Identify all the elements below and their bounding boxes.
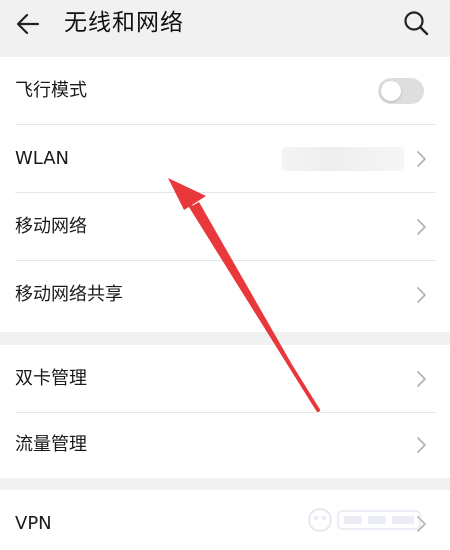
app-header: 无线和网络: [0, 0, 450, 48]
dual-sim-label: 双卡管理: [15, 368, 87, 389]
mobile-network-row[interactable]: 移动网络: [0, 193, 450, 261]
data-usage-label: 流量管理: [15, 434, 87, 455]
toggle-knob: [381, 81, 401, 101]
tethering-label: 移动网络共享: [15, 284, 123, 305]
arrow-left-icon: [16, 13, 40, 35]
chevron-right-icon: [417, 287, 426, 303]
chevron-right-icon: [417, 371, 426, 387]
search-icon: [404, 11, 429, 36]
airplane-mode-row[interactable]: 飞行模式: [0, 57, 450, 125]
vpn-label: VPN: [15, 513, 52, 534]
dual-sim-row[interactable]: 双卡管理: [0, 345, 450, 413]
wlan-label: WLAN: [15, 148, 70, 169]
tethering-row[interactable]: 移动网络共享: [0, 261, 450, 329]
settings-group-sim: 双卡管理 流量管理: [0, 345, 450, 478]
chevron-right-icon: [417, 151, 426, 167]
settings-group-network: 飞行模式 WLAN 移动网络 移动网络共享: [0, 57, 450, 332]
search-button[interactable]: [398, 5, 434, 41]
back-button[interactable]: [10, 6, 46, 42]
chevron-right-icon: [417, 437, 426, 453]
airplane-mode-toggle[interactable]: [378, 78, 424, 104]
watermark-logo: [308, 508, 421, 532]
wlan-value-blurred: [282, 147, 404, 171]
mobile-network-label: 移动网络: [15, 216, 87, 237]
chevron-right-icon: [417, 219, 426, 235]
page-title: 无线和网络: [64, 10, 184, 36]
airplane-mode-label: 飞行模式: [15, 80, 87, 101]
settings-screen: 无线和网络 飞行模式 WLAN 移动网络 移动网络共享 双卡管理 流量管理 VP…: [0, 0, 450, 550]
data-usage-row[interactable]: 流量管理: [0, 411, 450, 479]
wlan-row[interactable]: WLAN: [0, 125, 450, 193]
